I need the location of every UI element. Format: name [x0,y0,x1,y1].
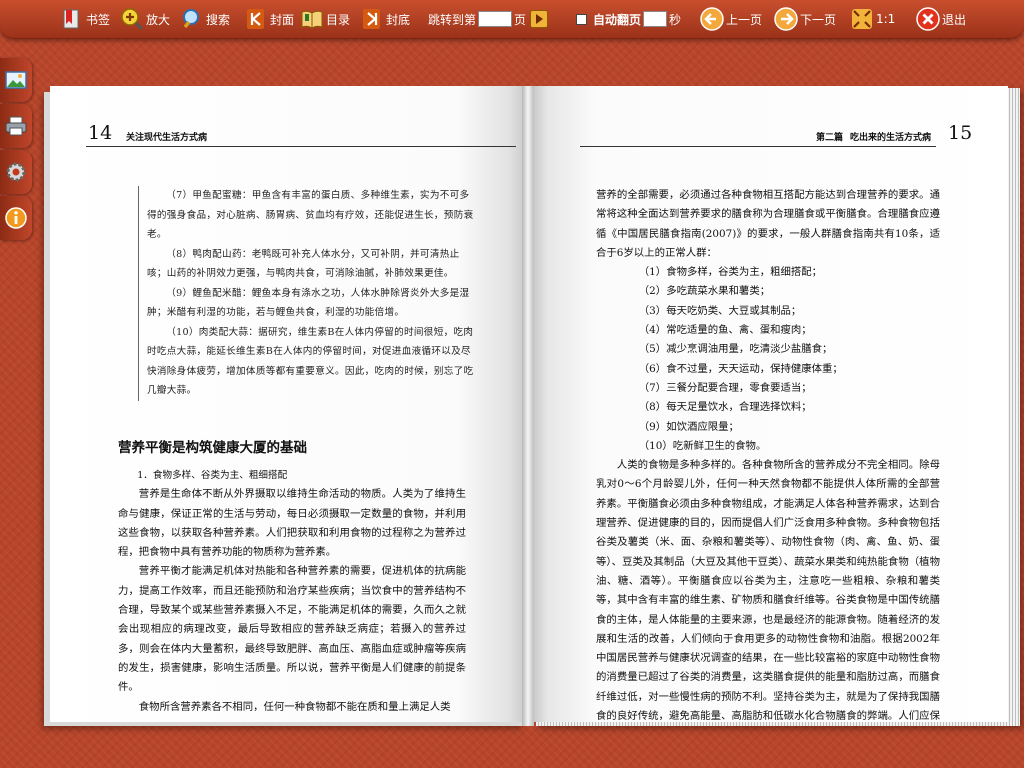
toolbar: 书签 放大 搜索 封面 目录 封底 跳转到第 页 自动翻页 秒 上一页 下一页 … [0,0,1024,39]
close-icon [916,7,940,31]
quote-paragraph: （10）肉类配大蒜：据研究，维生素B在人体内停留的时间很短，吃肉时吃点大蒜，能延… [147,326,474,397]
intro-paragraph: 营养的全部需要，必须通过各种食物相互搭配方能达到合理营养的要求。通常将这种全面达… [596,189,940,259]
book-icon [301,10,323,29]
book-spine [522,86,534,726]
body-paragraph: 营养平衡才能满足机体对热能和各种营养素的需要，促进机体的抗病能力，提高工作效率，… [118,565,466,694]
back-cover-label: 封底 [386,12,411,27]
jump-suffix: 页 [514,12,527,27]
guideline-item: （1）食物多样，谷类为主，粗细搭配； [638,266,823,279]
guideline-item: （2）多吃蔬菜水果和薯类； [638,285,771,298]
image-gallery-button[interactable] [0,58,32,102]
quote-paragraph: （9）鲤鱼配米醋：鲤鱼本身有涤水之功，人体水肿除肾炎外大多是湿肿；米醋有利湿的功… [147,287,470,319]
cover-button[interactable]: 封面 [244,6,294,32]
sidebar-quote: （7）甲鱼配蜜糖：甲鱼含有丰富的蛋白质、多种维生素，实为不可多得的强身食品，对心… [138,186,475,401]
prev-page-button[interactable]: 上一页 [700,6,762,32]
go-arrow-icon[interactable] [530,10,549,28]
search-label: 搜索 [206,12,231,27]
page-number-input[interactable] [478,11,513,27]
auto-flip: 自动翻页 秒 [576,6,681,32]
toc-button[interactable]: 目录 [300,6,350,32]
settings-button[interactable] [0,150,32,194]
search-button[interactable]: 搜索 [180,6,230,32]
info-icon [5,207,27,229]
left-header-rule [86,146,516,147]
guideline-item: （10）吃新鲜卫生的食物。 [638,439,767,452]
image-icon [5,71,27,89]
zoom-in-button[interactable]: 放大 [120,6,170,32]
cover-label: 封面 [270,12,295,27]
left-page[interactable]: 14 关注现代生活方式病 （7）甲鱼配蜜糖：甲鱼含有丰富的蛋白质、多种维生素，实… [50,86,528,722]
seconds-label: 秒 [669,12,682,27]
zoom-in-icon [121,8,144,31]
guideline-item: （9）如饮酒应限量； [638,420,739,433]
auto-flip-label: 自动翻页 [593,12,642,27]
arrow-left-icon [700,7,724,31]
printer-icon [5,116,27,136]
left-header-title: 关注现代生活方式病 [126,133,208,143]
back-cover-button[interactable]: 封底 [360,6,410,32]
jump-to-page: 跳转到第 页 [428,6,549,32]
right-page-number: 15 [948,122,973,144]
exit-button[interactable]: 退出 [916,6,966,32]
actual-size-label: 1:1 [876,12,896,26]
quote-paragraph: （8）鸭肉配山药：老鸭既可补充人体水分，又可补阴，并可清热止咳；山药的补阴效力更… [147,248,460,280]
print-button[interactable] [0,104,32,148]
sub-heading: 1．食物多样、谷类为主、粗细搭配 [137,470,288,481]
auto-flip-seconds-input[interactable] [643,11,668,27]
search-icon [183,9,199,29]
arrow-right-icon [774,7,798,31]
auto-flip-checkbox[interactable] [576,13,587,25]
body-paragraph: 营养是生命体不断从外界摄取以维持生命活动的物质。人类为了维持生命与健康，保证正常… [118,488,466,559]
left-page-number: 14 [88,122,113,144]
quote-paragraph: （7）甲鱼配蜜糖：甲鱼含有丰富的蛋白质、多种维生素，实为不可多得的强身食品，对心… [147,190,474,240]
bookmark-label: 书签 [86,12,111,27]
right-header-section: 第二篇 [816,133,844,143]
section-title: 营养平衡是构筑健康大厦的基础 [118,440,307,456]
guideline-item: （6）食不过量，天天运动，保持健康体重； [638,362,843,375]
guideline-item: （7）三餐分配要合理，零食要适当； [638,381,812,394]
bookmark-icon [63,9,79,29]
guideline-item: （8）每天足量饮水，合理选择饮料； [638,401,812,414]
guideline-item: （3）每天吃奶类、大豆或其制品； [638,304,802,317]
gear-icon [6,162,26,182]
first-page-icon [247,9,264,29]
toc-label: 目录 [326,12,351,27]
right-page[interactable]: 第二篇 吃出来的生活方式病 15 营养的全部需要，必须通过各种食物相互搭配方能达… [528,86,1008,722]
body-paragraph: 食物所含营养素各不相同，任何一种食物都不能在质和量上满足人类 [138,700,451,713]
body-paragraph: 人类的食物是多种多样的。各种食物所含的营养成分不完全相同。除母乳对0～6个月龄婴… [596,459,940,722]
left-body-text: 1．食物多样、谷类为主、粗细搭配 营养是生命体不断从外界摄取以维持生命活动的物质… [118,466,466,717]
last-page-icon [363,9,380,29]
actual-size-button[interactable]: 1:1 [850,6,895,32]
right-header-title: 吃出来的生活方式病 [850,133,932,143]
exit-label: 退出 [942,12,967,27]
zoom-in-label: 放大 [146,12,171,27]
actual-size-icon [852,9,872,29]
right-header-rule [580,146,936,147]
prev-page-label: 上一页 [726,12,763,27]
info-button[interactable] [0,196,32,240]
right-body-text: 营养的全部需要，必须通过各种食物相互搭配方能达到合理营养的要求。通常将这种全面达… [596,186,940,722]
guideline-item: （5）减少烹调油用量，吃清淡少盐膳食； [638,343,833,356]
next-page-button[interactable]: 下一页 [774,6,836,32]
jump-prefix: 跳转到第 [428,12,477,27]
guideline-item: （4）常吃适量的鱼、禽、蛋和瘦肉； [638,324,812,337]
next-page-label: 下一页 [800,12,837,27]
bookmark-button[interactable]: 书签 [60,6,110,32]
